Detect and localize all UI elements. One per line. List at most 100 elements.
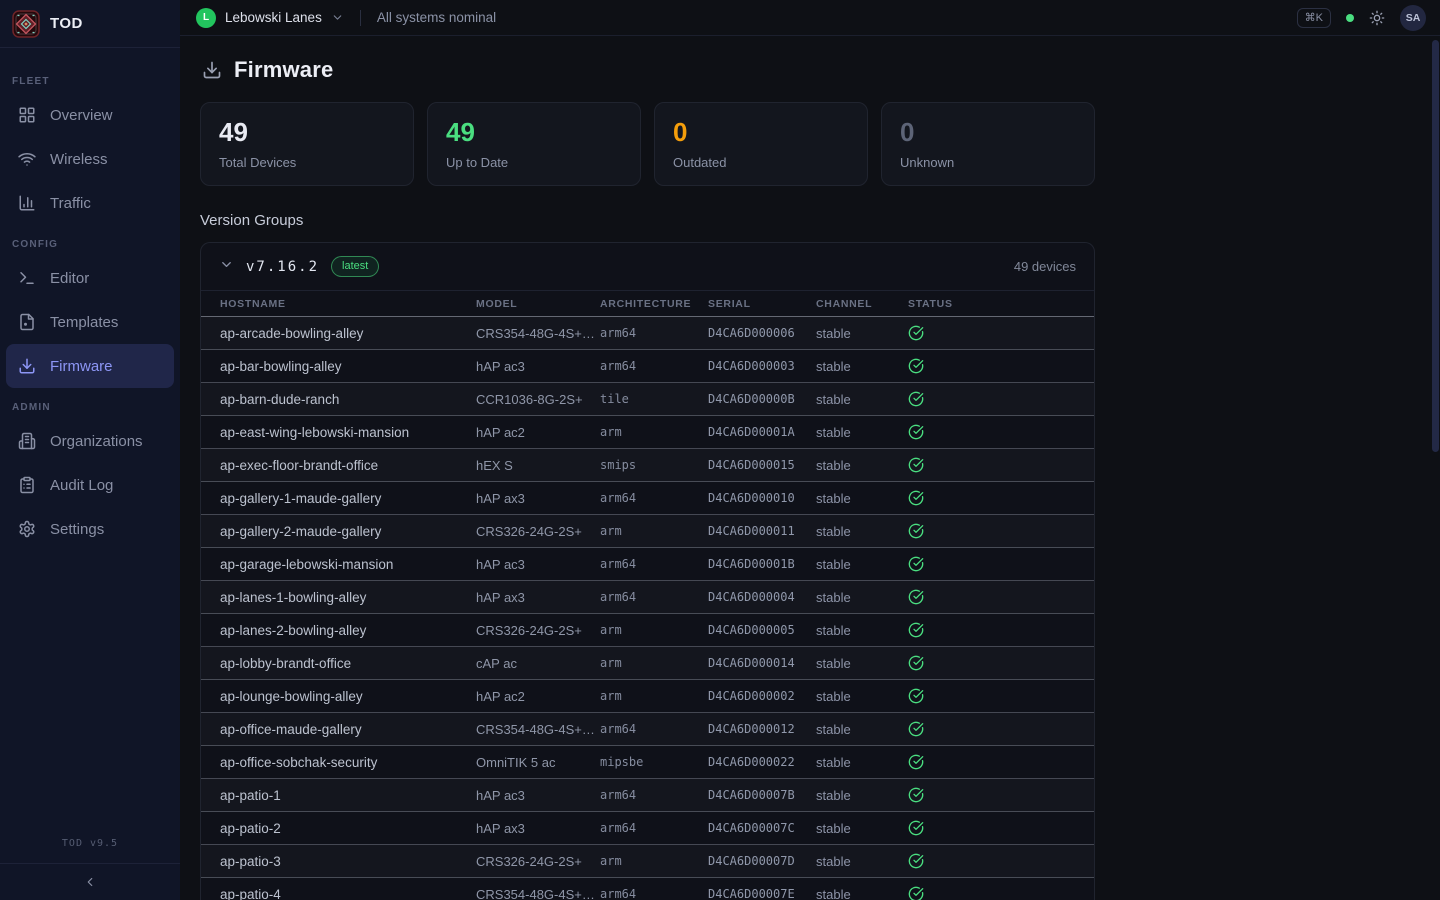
status-check-circle-icon [908,589,1094,605]
device-architecture: arm [600,854,708,868]
device-hostname: ap-arcade-bowling-alley [220,326,476,341]
status-check-circle-icon [908,688,1094,704]
stat-label: Outdated [673,155,849,170]
device-architecture: tile [600,392,708,406]
device-architecture: smips [600,458,708,472]
device-hostname: ap-garage-lebowski-mansion [220,557,476,572]
device-table-row[interactable]: ap-east-wing-lebowski-mansion hAP ac2 ar… [201,416,1094,449]
sidebar-item-wireless[interactable]: Wireless [6,137,174,181]
sidebar-item-firmware[interactable]: Firmware [6,344,174,388]
sidebar-item-overview[interactable]: Overview [6,93,174,137]
device-channel: stable [816,854,908,869]
device-table-body: ap-arcade-bowling-alley CRS354-48G-4S+… … [201,317,1094,900]
sidebar-item-organizations[interactable]: Organizations [6,419,174,463]
device-model: CRS354-48G-4S+… [476,722,600,737]
page-title: Firmware [234,57,333,83]
device-table-row[interactable]: ap-bar-bowling-alley hAP ac3 arm64 D4CA6… [201,350,1094,383]
device-table-row[interactable]: ap-gallery-1-maude-gallery hAP ax3 arm64… [201,482,1094,515]
command-palette-shortcut[interactable]: ⌘K [1297,8,1331,28]
device-model: hAP ax3 [476,491,600,506]
device-serial: D4CA6D00007B [708,788,816,802]
device-architecture: arm [600,425,708,439]
device-channel: stable [816,524,908,539]
sidebar-item-templates[interactable]: Templates [6,300,174,344]
content: Firmware 49Total Devices49Up to Date0Out… [180,36,1095,900]
device-architecture: arm [600,689,708,703]
status-check-circle-icon [908,325,1094,341]
device-serial: D4CA6D000005 [708,623,816,637]
stat-value: 0 [673,118,849,147]
chevron-down-icon [331,11,344,24]
sidebar-item-label: Overview [50,107,113,124]
sidebar-item-audit-log[interactable]: Audit Log [6,463,174,507]
device-architecture: arm [600,623,708,637]
device-hostname: ap-patio-2 [220,821,476,836]
version-group-header[interactable]: v7.16.2 latest 49 devices [201,243,1094,290]
device-table-row[interactable]: ap-patio-3 CRS326-24G-2S+ arm D4CA6D0000… [201,845,1094,878]
sidebar-item-traffic[interactable]: Traffic [6,181,174,225]
device-hostname: ap-gallery-1-maude-gallery [220,491,476,506]
topbar-divider [360,10,361,26]
column-header-hostname: HOSTNAME [220,298,476,310]
column-header-channel: CHANNEL [816,298,908,310]
device-channel: stable [816,656,908,671]
sidebar-item-label: Wireless [50,151,108,168]
org-switcher[interactable]: L Lebowski Lanes [196,8,344,28]
column-header-architecture: ARCHITECTURE [600,298,708,310]
device-hostname: ap-east-wing-lebowski-mansion [220,425,476,440]
sidebar-item-editor[interactable]: Editor [6,256,174,300]
device-serial: D4CA6D00000B [708,392,816,406]
scrollbar-thumb[interactable] [1432,40,1439,452]
status-check-circle-icon [908,556,1094,572]
stat-card-outdated: 0 Outdated [654,102,868,186]
stat-value: 0 [900,118,1076,147]
sidebar-collapse-button[interactable] [76,870,104,894]
status-check-circle-icon [908,721,1094,737]
device-model: hAP ax3 [476,590,600,605]
device-architecture: arm64 [600,326,708,340]
download-icon [202,60,222,80]
device-table-row[interactable]: ap-patio-4 CRS354-48G-4S+… arm64 D4CA6D0… [201,878,1094,900]
device-table-row[interactable]: ap-lounge-bowling-alley hAP ac2 arm D4CA… [201,680,1094,713]
device-serial: D4CA6D000010 [708,491,816,505]
sun-icon [1369,10,1385,26]
device-serial: D4CA6D000015 [708,458,816,472]
download-icon [18,357,36,375]
latest-badge: latest [331,256,379,277]
system-status-text: All systems nominal [377,10,496,25]
device-channel: stable [816,788,908,803]
status-check-circle-icon [908,622,1094,638]
device-hostname: ap-patio-3 [220,854,476,869]
sidebar-item-settings[interactable]: Settings [6,507,174,551]
device-channel: stable [816,821,908,836]
device-table-row[interactable]: ap-office-sobchak-security OmniTIK 5 ac … [201,746,1094,779]
device-table-row[interactable]: ap-patio-2 hAP ax3 arm64 D4CA6D00007C st… [201,812,1094,845]
stat-value: 49 [446,118,622,147]
device-table-row[interactable]: ap-barn-dude-ranch CCR1036-8G-2S+ tile D… [201,383,1094,416]
device-channel: stable [816,689,908,704]
status-check-circle-icon [908,754,1094,770]
device-hostname: ap-office-sobchak-security [220,755,476,770]
grid-icon [18,106,36,124]
sidebar-item-label: Templates [50,314,118,331]
device-serial: D4CA6D000011 [708,524,816,538]
device-table-row[interactable]: ap-patio-1 hAP ac3 arm64 D4CA6D00007B st… [201,779,1094,812]
device-table-row[interactable]: ap-gallery-2-maude-gallery CRS326-24G-2S… [201,515,1094,548]
device-table-row[interactable]: ap-arcade-bowling-alley CRS354-48G-4S+… … [201,317,1094,350]
chevron-left-icon [83,875,97,889]
device-table-row[interactable]: ap-lobby-brandt-office cAP ac arm D4CA6D… [201,647,1094,680]
device-table-row[interactable]: ap-exec-floor-brandt-office hEX S smips … [201,449,1094,482]
device-serial: D4CA6D000003 [708,359,816,373]
device-table-row[interactable]: ap-lanes-1-bowling-alley hAP ax3 arm64 D… [201,581,1094,614]
device-channel: stable [816,755,908,770]
device-table-row[interactable]: ap-lanes-2-bowling-alley CRS326-24G-2S+ … [201,614,1094,647]
device-table-row[interactable]: ap-garage-lebowski-mansion hAP ac3 arm64… [201,548,1094,581]
sidebar-item-label: Audit Log [50,477,113,494]
stat-card-unknown: 0Unknown [881,102,1095,186]
theme-toggle-button[interactable] [1369,10,1385,26]
user-avatar[interactable]: SA [1400,5,1426,31]
column-header-serial: SERIAL [708,298,816,310]
version-group-card: v7.16.2 latest 49 devices HOSTNAMEMODELA… [200,242,1095,900]
device-channel: stable [816,623,908,638]
device-table-row[interactable]: ap-office-maude-gallery CRS354-48G-4S+… … [201,713,1094,746]
